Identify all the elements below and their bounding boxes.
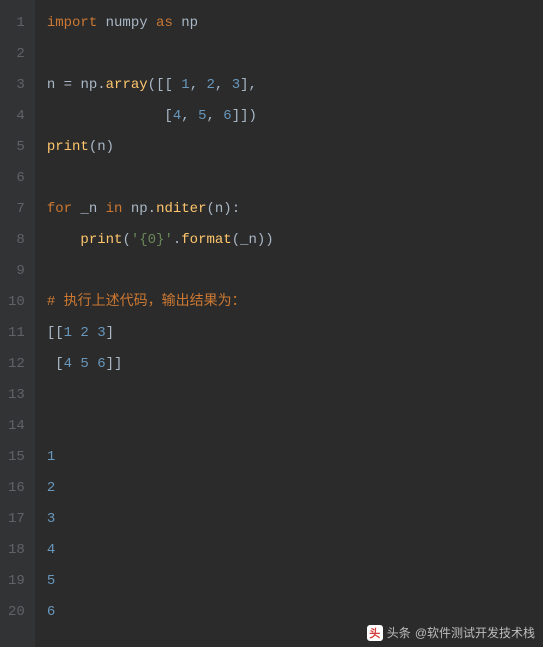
line-number: 9 xyxy=(8,256,25,287)
code-line: import numpy as np xyxy=(47,8,543,39)
line-number: 11 xyxy=(8,318,25,349)
code-token: numpy xyxy=(106,15,156,31)
code-token: ], xyxy=(240,77,257,93)
code-token: 6 xyxy=(47,604,55,620)
line-number: 16 xyxy=(8,473,25,504)
code-token: 3 xyxy=(232,77,240,93)
line-number: 12 xyxy=(8,349,25,380)
line-number: 4 xyxy=(8,101,25,132)
code-line: # 执行上述代码，输出结果为： xyxy=(47,287,543,318)
code-line: [[1 2 3] xyxy=(47,318,543,349)
code-token: (_n)) xyxy=(232,232,274,248)
code-token xyxy=(47,232,81,248)
watermark-logo-icon: 头 xyxy=(367,625,383,641)
watermark-handle: @软件测试开发技术栈 xyxy=(415,624,535,641)
code-token: 1 2 3 xyxy=(64,325,106,341)
code-token: (n): xyxy=(207,201,241,217)
code-token: in xyxy=(106,201,131,217)
line-number: 17 xyxy=(8,504,25,535)
code-token: , xyxy=(181,108,198,124)
code-token: ] xyxy=(106,325,114,341)
code-token: for xyxy=(47,201,81,217)
code-token: _n xyxy=(80,201,105,217)
code-token: , xyxy=(190,77,207,93)
code-token: print xyxy=(80,232,122,248)
line-number: 20 xyxy=(8,597,25,628)
code-token: ]]) xyxy=(232,108,257,124)
code-line xyxy=(47,411,543,442)
line-number: 5 xyxy=(8,132,25,163)
code-line xyxy=(47,256,543,287)
code-token: ( xyxy=(122,232,130,248)
watermark-prefix: 头条 xyxy=(387,624,411,641)
code-line: print('{0}'.format(_n)) xyxy=(47,225,543,256)
code-token: . xyxy=(148,201,156,217)
line-number-gutter: 1234567891011121314151617181920 xyxy=(0,0,35,647)
code-token: 4 xyxy=(47,542,55,558)
code-line: [4, 5, 6]]) xyxy=(47,101,543,132)
watermark: 头 头条 @软件测试开发技术栈 xyxy=(367,624,535,641)
code-token: ([[ xyxy=(148,77,182,93)
line-number: 2 xyxy=(8,39,25,70)
code-editor: 1234567891011121314151617181920 import n… xyxy=(0,0,543,647)
code-token: n xyxy=(47,77,64,93)
code-token: 5 xyxy=(47,573,55,589)
code-token: # 执行上述代码，输出结果为： xyxy=(47,294,246,310)
code-token: array xyxy=(106,77,148,93)
code-token: (n) xyxy=(89,139,114,155)
line-number: 6 xyxy=(8,163,25,194)
line-number: 7 xyxy=(8,194,25,225)
code-token: np xyxy=(80,77,97,93)
line-number: 1 xyxy=(8,8,25,39)
line-number: 14 xyxy=(8,411,25,442)
code-token: . xyxy=(173,232,181,248)
code-line xyxy=(47,380,543,411)
code-token: 6 xyxy=(223,108,231,124)
code-token: , xyxy=(215,77,232,93)
code-token: np xyxy=(181,15,198,31)
line-number: 10 xyxy=(8,287,25,318)
code-token: = xyxy=(64,77,81,93)
code-token: . xyxy=(97,77,105,93)
code-token: [[ xyxy=(47,325,64,341)
code-line: [4 5 6]] xyxy=(47,349,543,380)
code-line: print(n) xyxy=(47,132,543,163)
code-line: 4 xyxy=(47,535,543,566)
code-token: 3 xyxy=(47,511,55,527)
code-token: 4 xyxy=(173,108,181,124)
code-line xyxy=(47,39,543,70)
code-line xyxy=(47,163,543,194)
line-number: 3 xyxy=(8,70,25,101)
code-area: import numpy as npn = np.array([[ 1, 2, … xyxy=(35,0,543,647)
code-token: ]] xyxy=(106,356,123,372)
code-token: [ xyxy=(47,356,64,372)
line-number: 13 xyxy=(8,380,25,411)
code-token: 2 xyxy=(47,480,55,496)
code-token: [ xyxy=(47,108,173,124)
code-line: n = np.array([[ 1, 2, 3], xyxy=(47,70,543,101)
line-number: 18 xyxy=(8,535,25,566)
code-token: 1 xyxy=(181,77,189,93)
code-token: format xyxy=(181,232,231,248)
code-line: 3 xyxy=(47,504,543,535)
code-token: as xyxy=(156,15,181,31)
code-token: 1 xyxy=(47,449,55,465)
code-token: import xyxy=(47,15,106,31)
code-token: '{0}' xyxy=(131,232,173,248)
line-number: 19 xyxy=(8,566,25,597)
line-number: 15 xyxy=(8,442,25,473)
code-line: 1 xyxy=(47,442,543,473)
code-line: for _n in np.nditer(n): xyxy=(47,194,543,225)
code-token: nditer xyxy=(156,201,206,217)
code-token: np xyxy=(131,201,148,217)
code-token: 2 xyxy=(207,77,215,93)
line-number: 8 xyxy=(8,225,25,256)
code-token: print xyxy=(47,139,89,155)
code-line: 5 xyxy=(47,566,543,597)
code-token: 4 5 6 xyxy=(64,356,106,372)
code-token: , xyxy=(206,108,223,124)
code-line: 2 xyxy=(47,473,543,504)
